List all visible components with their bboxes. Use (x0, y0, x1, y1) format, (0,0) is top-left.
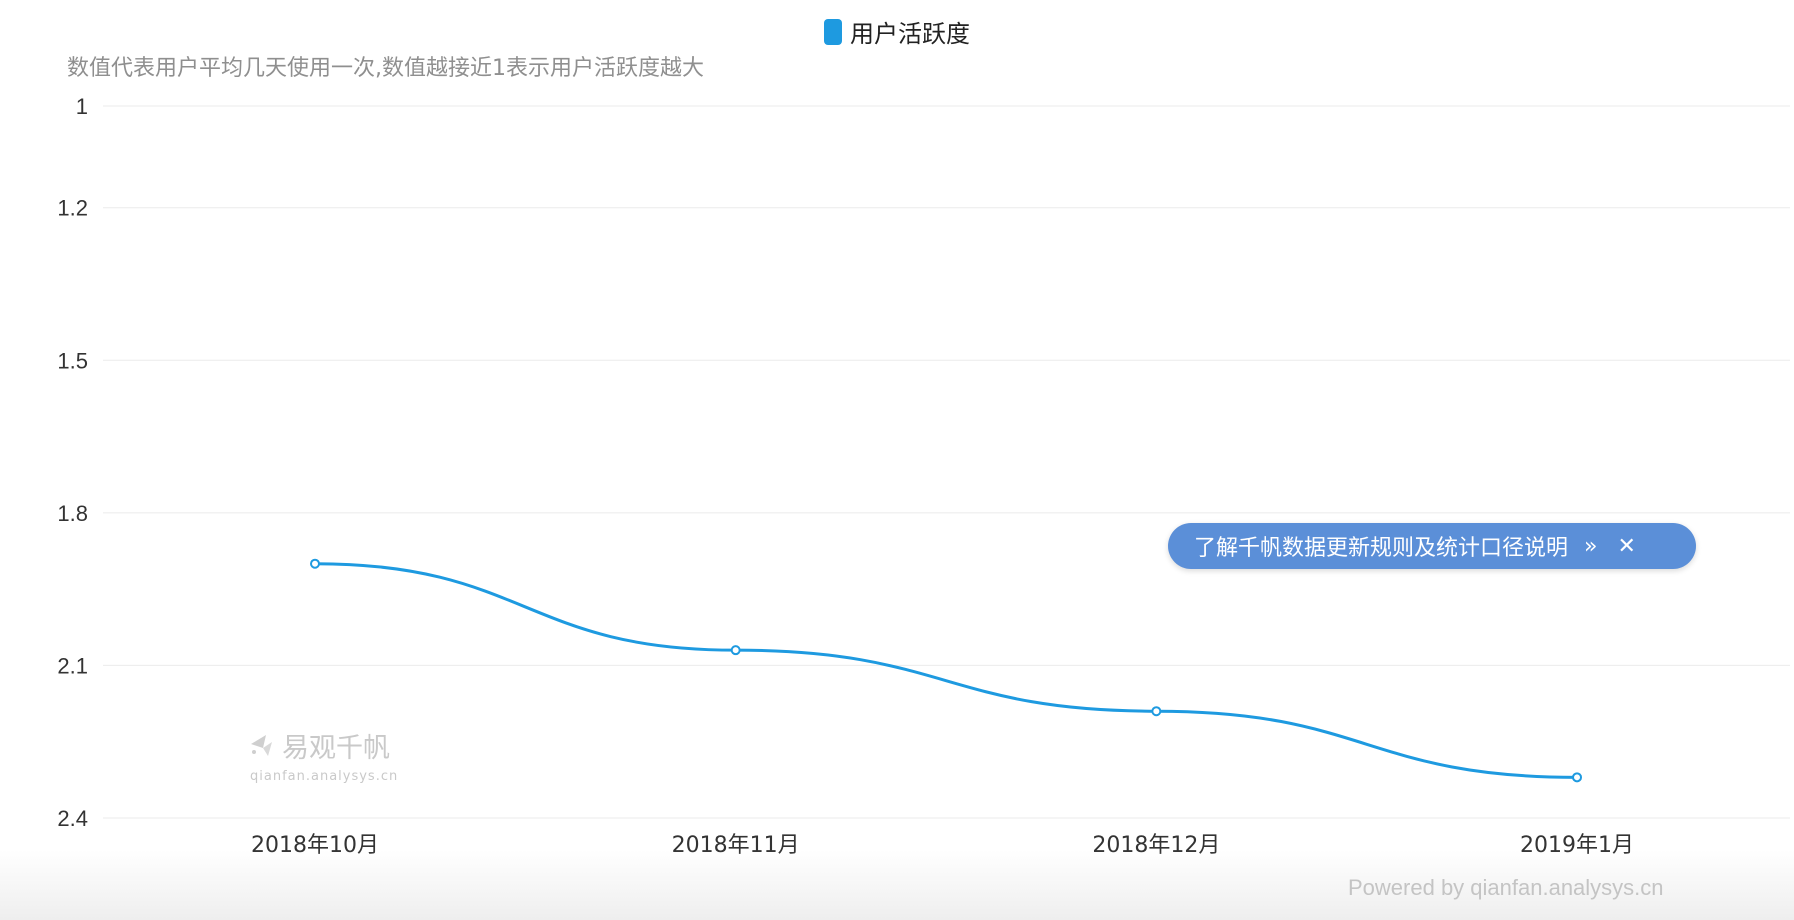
watermark-brand: 易观千帆 (282, 733, 390, 764)
watermark-logo: 易观千帆 qianfan.analysys.cn (248, 726, 398, 784)
y-tick-label: 1.2 (57, 196, 88, 221)
data-rules-banner[interactable]: 了解千帆数据更新规则及统计口径说明 » ✕ (1168, 523, 1696, 569)
data-point[interactable] (1151, 706, 1162, 717)
y-tick-label: 1 (76, 94, 88, 119)
data-point[interactable] (310, 558, 320, 569)
x-tick-label: 2018年12月 (1092, 833, 1220, 858)
sailboat-icon (251, 734, 272, 756)
y-tick-label: 2.4 (57, 806, 88, 831)
data-point[interactable] (730, 645, 741, 656)
y-tick-label: 1.8 (57, 501, 88, 526)
double-chevron-right-icon[interactable]: » (1584, 534, 1597, 559)
series-line (314, 562, 1578, 779)
x-tick-label: 2018年10月 (251, 833, 379, 858)
notice-text[interactable]: 了解千帆数据更新规则及统计口径说明 (1194, 530, 1568, 562)
watermark-domain: qianfan.analysys.cn (250, 769, 399, 784)
powered-by-text: Powered by qianfan.analysys.cn (1348, 875, 1664, 900)
data-point[interactable] (1572, 772, 1583, 783)
x-tick-label: 2018年11月 (672, 833, 800, 858)
close-icon[interactable]: ✕ (1617, 534, 1635, 559)
y-tick-label: 2.1 (57, 653, 88, 678)
y-tick-label: 1.5 (57, 348, 88, 373)
x-tick-label: 2019年1月 (1520, 833, 1634, 858)
